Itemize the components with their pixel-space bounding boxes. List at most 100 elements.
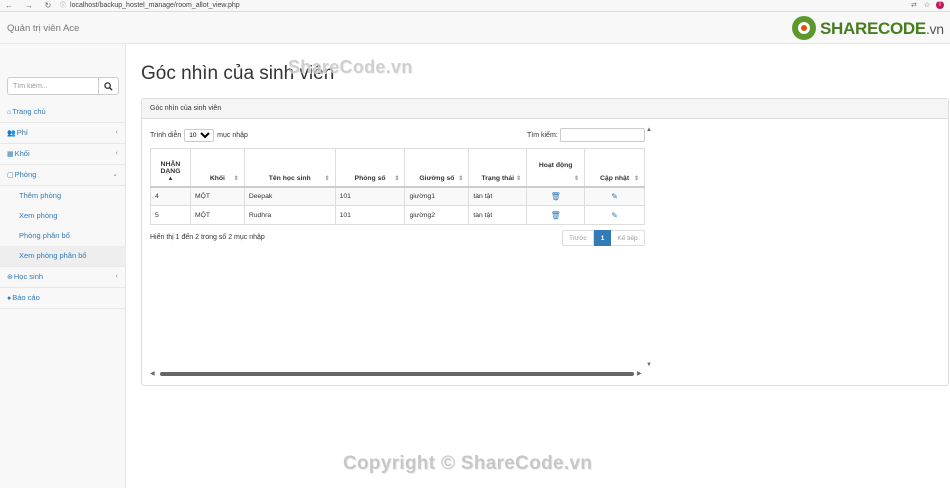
sidebar-item-reports[interactable]: ●Báo cáo [0,288,126,309]
header-label: Phòng số [354,174,386,182]
sharecode-logo-text: SHARECODE.vn [820,19,944,39]
watermark-bottom: Copyright © ShareCode.vn [343,453,593,474]
logo-word: SHARECODE [820,19,926,38]
bookmark-star-icon[interactable]: ☆ [924,2,930,9]
cell-status: tàn tật [468,205,528,225]
sidebar-search-input[interactable] [7,77,99,95]
navbar-brand[interactable]: Quản trị viên Ace [7,23,79,34]
sidebar-item-home[interactable]: ⌂Trang chủ [0,102,126,123]
sidebar-item-blocks[interactable]: ▦Khối ‹ [0,144,126,165]
pencil-icon[interactable]: ✎ [611,192,618,201]
back-icon[interactable]: ← [4,1,14,11]
filter-label: Tìm kiếm: [527,131,558,139]
trash-icon[interactable]: 🗑 [551,192,561,201]
pagination: Trước 1 Kế tiếp [562,230,645,246]
cell-edit: ✎ [584,186,645,206]
sidebar-item-label: Thêm phòng [19,191,62,200]
students-panel: Góc nhìn của sinh viên Trình diễn 10 mục… [141,98,949,386]
rooms-submenu: Thêm phòng Xem phòng Phòng phân bổ Xem p… [0,186,126,267]
sidebar-item-label: Phí [16,128,28,137]
logo-suffix: .vn [925,21,944,37]
browser-toolbar: ← → ↻ ⓘ localhost/backup_hostel_manage/ro… [0,0,950,12]
cell-block: MỘT [189,205,245,225]
pencil-icon[interactable]: ✎ [611,211,618,220]
sidebar-item-students[interactable]: ⊛Học sinh ‹ [0,267,126,288]
cell-id: 4 [150,186,191,206]
length-suffix: mục nhập [217,132,248,139]
cell-delete: 🗑 [526,205,586,225]
header-id[interactable]: NHẬN DẠNG ▲ [150,148,191,188]
sidebar-item-view-rooms[interactable]: Xem phòng [0,206,126,226]
cell-edit: ✎ [584,205,645,225]
header-actions[interactable]: Hoạt động ⇕ [526,148,586,188]
header-status[interactable]: Trạng thái ⇕ [468,148,528,188]
scroll-left-arrow-icon[interactable]: ◀ [150,370,155,377]
sidebar-search-button[interactable] [99,77,119,95]
table-row: 4 MỘT Deepak 101 giường1 tàn tật 🗑 ✎ [150,186,645,206]
header-label: Khối [209,174,225,182]
cell-room-no: 101 [334,186,406,206]
sidebar-menu: ⌂Trang chủ 👥Phí ‹ ▦Khối ‹ ▢Phòng ⌄ Thêm phò… [0,102,126,309]
chevron-left-icon: ‹ [115,129,118,136]
cell-delete: 🗑 [526,186,586,206]
room-icon: ▢ [7,172,14,179]
watermark-top: ShareCode.vn [288,57,413,77]
table-row: 5 MỘT Rudhra 101 giường2 tàn tật 🗑 ✎ [150,205,645,225]
header-label: NHẬN DẠNG [160,160,181,175]
pagination-next[interactable]: Kế tiếp [611,230,645,246]
table-info: Hiển thị 1 đến 2 trong số 2 mục nhập [150,234,265,241]
cell-block: MỘT [189,186,245,206]
profile-avatar[interactable]: T [936,1,944,10]
translate-icon[interactable]: ⇄ [911,2,917,9]
horizontal-scrollbar[interactable]: ◀ ▶ [150,370,645,378]
sort-icon: ⇕ [574,175,580,182]
sidebar-search [7,77,119,95]
cell-room-no: 101 [334,205,406,225]
top-navbar: Quản trị viên Ace SHARECODE.vn [0,12,950,44]
cell-status: tàn tật [468,186,528,206]
users-icon: 👥 [7,130,16,137]
sort-icon: ⇕ [516,175,522,182]
sidebar-item-label: Phòng phân bổ [19,231,70,240]
forward-icon[interactable]: → [24,1,34,11]
header-room-no[interactable]: Phòng số ⇕ [334,148,406,188]
address-bar[interactable]: ⓘ localhost/backup_hostel_manage/room_all… [60,1,880,11]
browser-actions: ⇄ ☆ T [911,1,944,11]
scroll-right-arrow-icon[interactable]: ▶ [637,370,642,377]
scroll-up-arrow-icon[interactable]: ▲ [646,127,652,133]
chevron-left-icon: ‹ [115,150,118,157]
sidebar-item-label: Trang chủ [12,107,46,116]
allotment-table: NHẬN DẠNG ▲ Khối ⇕ Tên học sinh ⇕ Phòng số ⇕… [150,148,645,225]
sort-icon: ⇕ [633,175,639,182]
horizontal-scrollbar-thumb[interactable] [160,372,634,376]
sidebar-item-allot-room[interactable]: Phòng phân bổ [0,226,126,246]
sharecode-logo: SHARECODE.vn [792,14,950,42]
scroll-down-arrow-icon[interactable]: ▼ [646,362,652,368]
cell-bed-no: giường1 [404,186,470,206]
sidebar-item-label: Xem phòng phân bổ [19,251,87,260]
home-icon: ⌂ [7,109,12,116]
pagination-prev[interactable]: Trước [562,230,594,246]
header-update[interactable]: Cập nhật ⇕ [584,148,645,188]
sidebar-item-label: Xem phòng [19,211,58,220]
entries-length-select[interactable]: 10 [184,129,215,142]
table-filter: Tìm kiếm: [527,128,645,142]
panel-heading: Góc nhìn của sinh viên [142,99,948,119]
cell-bed-no: giường2 [404,205,470,225]
reload-icon[interactable]: ↻ [43,1,53,11]
table-search-input[interactable] [559,128,645,142]
sidebar-item-rooms[interactable]: ▢Phòng ⌄ [0,165,126,186]
sort-icon: ⇕ [233,175,239,182]
header-student-name[interactable]: Tên học sinh ⇕ [243,148,336,188]
info-icon: ⓘ [60,3,67,9]
header-block[interactable]: Khối ⇕ [189,148,245,188]
sidebar-item-fees[interactable]: 👥Phí ‹ [0,123,126,144]
sharecode-logo-icon [792,16,816,40]
cell-student-name: Deepak [243,186,336,206]
pagination-page-current[interactable]: 1 [593,230,612,246]
header-bed-no[interactable]: Giường số ⇕ [404,148,470,188]
sidebar-item-add-room[interactable]: Thêm phòng [0,186,126,206]
sort-icon: ⇕ [458,175,464,182]
trash-icon[interactable]: 🗑 [551,211,561,220]
sidebar-item-view-allotted-rooms[interactable]: Xem phòng phân bổ [0,246,126,266]
